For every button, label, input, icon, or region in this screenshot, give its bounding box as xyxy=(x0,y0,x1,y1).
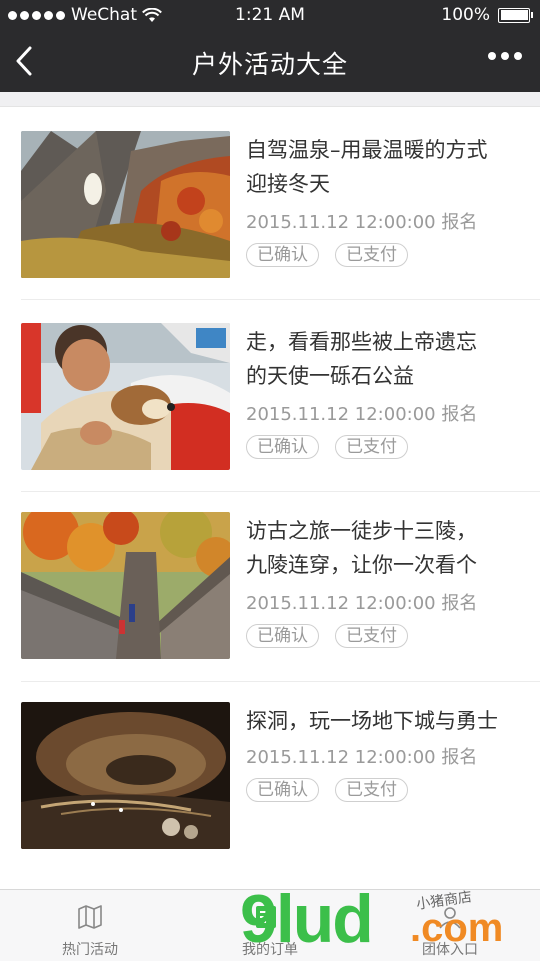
nav-bar: 户外活动大全 xyxy=(0,30,540,92)
divider xyxy=(21,681,540,682)
activity-action: 报名 xyxy=(441,747,478,768)
activity-datetime: 2015.11.12 12:00:00 xyxy=(246,404,436,425)
activity-meta: 2015.11.12 12:00:00 报名 xyxy=(246,743,477,769)
activity-thumbnail-child-with-dog xyxy=(21,323,230,470)
activity-meta: 2015.11.12 12:00:00 报名 xyxy=(246,400,477,426)
tab-group-entry[interactable]: 团体入口 xyxy=(360,890,540,961)
activity-title: 走，看看那些被上帝遗忘 xyxy=(246,330,477,354)
activity-action: 报名 xyxy=(441,212,478,233)
more-options-icon[interactable] xyxy=(488,52,522,60)
activity-action: 报名 xyxy=(441,404,478,425)
status-badge-paid: 已支付 xyxy=(335,624,408,648)
tab-label: 热门活动 xyxy=(62,942,118,958)
battery-icon xyxy=(498,7,533,23)
order-list-icon xyxy=(256,906,276,928)
activity-meta: 2015.11.12 12:00:00 报名 xyxy=(246,589,477,615)
activity-item[interactable]: 自驾温泉–用最温暖的方式 迎接冬天 2015.11.12 12:00:00 报名… xyxy=(0,131,540,281)
activity-thumbnail-mountain-autumn xyxy=(21,131,230,278)
page-title: 户外活动大全 xyxy=(191,50,348,79)
tab-my-orders[interactable]: 我的订单 xyxy=(180,890,360,961)
activity-title-line2: 的天使一砾石公益 xyxy=(246,364,414,388)
activity-datetime: 2015.11.12 12:00:00 xyxy=(246,593,436,614)
activity-item[interactable]: 探洞，玩一场地下城与勇士 2015.11.12 12:00:00 报名 已确认 … xyxy=(0,702,540,852)
battery-percent: 100% xyxy=(441,5,490,25)
activity-title-line2: 迎接冬天 xyxy=(246,172,330,196)
activity-title: 自驾温泉–用最温暖的方式 xyxy=(246,138,488,162)
activity-thumbnail-great-wall-autumn xyxy=(21,512,230,659)
activity-datetime: 2015.11.12 12:00:00 xyxy=(246,747,436,768)
divider xyxy=(21,299,540,300)
activity-datetime: 2015.11.12 12:00:00 xyxy=(246,212,436,233)
activity-action: 报名 xyxy=(441,593,478,614)
status-badge-paid: 已支付 xyxy=(335,778,408,802)
activity-item[interactable]: 访古之旅一徒步十三陵， 九陵连穿，让你一次看个 2015.11.12 12:00… xyxy=(0,512,540,662)
activity-title: 探洞，玩一场地下城与勇士 xyxy=(246,709,498,733)
activity-title-line2: 九陵连穿，让你一次看个 xyxy=(246,553,477,577)
status-badge-confirmed: 已确认 xyxy=(246,243,319,267)
status-badge-confirmed: 已确认 xyxy=(246,624,319,648)
activity-meta: 2015.11.12 12:00:00 报名 xyxy=(246,208,477,234)
tab-label: 我的订单 xyxy=(242,942,298,958)
status-badge-confirmed: 已确认 xyxy=(246,778,319,802)
activity-list: 自驾温泉–用最温暖的方式 迎接冬天 2015.11.12 12:00:00 报名… xyxy=(0,106,540,890)
tab-label: 团体入口 xyxy=(422,942,478,958)
status-badge-paid: 已支付 xyxy=(335,243,408,267)
status-badge-paid: 已支付 xyxy=(335,435,408,459)
group-icon xyxy=(439,907,461,929)
tab-bar: 热门活动 我的订单 团体入口 xyxy=(0,889,540,961)
activity-thumbnail-cave xyxy=(21,702,230,849)
status-bar: WeChat 1:21 AM 100% xyxy=(0,0,540,30)
map-icon xyxy=(78,905,102,929)
divider xyxy=(21,491,540,492)
activity-title: 访古之旅一徒步十三陵， xyxy=(246,519,477,543)
activity-item[interactable]: 走，看看那些被上帝遗忘 的天使一砾石公益 2015.11.12 12:00:00… xyxy=(0,323,540,473)
tab-hot-activities[interactable]: 热门活动 xyxy=(0,890,180,961)
status-badge-confirmed: 已确认 xyxy=(246,435,319,459)
